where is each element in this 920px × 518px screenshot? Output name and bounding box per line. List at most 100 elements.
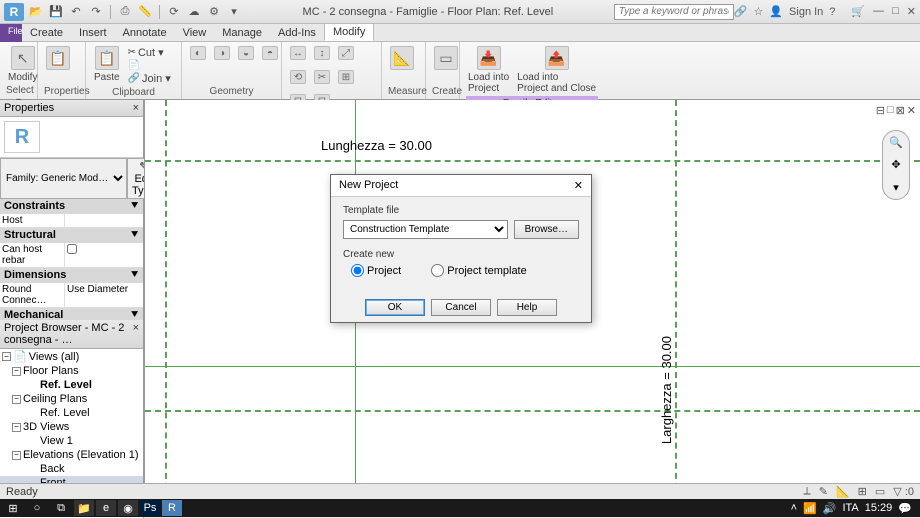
wheel-dropdown-icon[interactable]: ▾: [893, 181, 899, 194]
minimize-icon[interactable]: —: [873, 5, 884, 18]
browser-close-icon[interactable]: ×: [133, 322, 139, 346]
view-ctrl-4[interactable]: ✕: [907, 104, 916, 117]
view-ctrl-3[interactable]: ⊠: [896, 104, 905, 117]
save-icon[interactable]: 💾: [48, 4, 64, 20]
file-tab[interactable]: File: [0, 24, 22, 42]
task-view-icon[interactable]: ⧉: [50, 500, 72, 516]
notifications-icon[interactable]: 💬: [898, 502, 912, 515]
revit-taskbar-icon[interactable]: R: [162, 500, 182, 516]
tree-3d-views[interactable]: −3D Views: [0, 420, 143, 434]
language-icon[interactable]: ITA: [842, 502, 858, 514]
undo-icon[interactable]: ↶: [68, 4, 84, 20]
load-into-project-close-button[interactable]: 📤Load into Project and Close: [515, 44, 598, 96]
load-into-project-button[interactable]: 📥Load into Project: [466, 44, 511, 96]
tab-modify[interactable]: Modify: [324, 23, 374, 41]
search-input[interactable]: [614, 4, 734, 20]
settings-icon[interactable]: ⚙: [206, 4, 222, 20]
wifi-icon[interactable]: 📶: [803, 502, 817, 515]
geom-tool-4[interactable]: ◓: [260, 44, 280, 64]
chrome-icon[interactable]: ◉: [118, 500, 138, 516]
start-button[interactable]: ⊞: [2, 500, 24, 516]
status-icon-2[interactable]: ✎: [819, 485, 828, 498]
section-structural[interactable]: Structural⯆: [0, 228, 143, 243]
geom-tool-3[interactable]: ◒: [236, 44, 256, 64]
row-host-value[interactable]: [65, 214, 143, 227]
modify-tool-button[interactable]: ↖Modify: [6, 44, 39, 85]
help-button[interactable]: Help: [497, 299, 557, 316]
row-round-value[interactable]: Use Diameter: [65, 283, 143, 307]
sync-icon[interactable]: ⟳: [166, 4, 182, 20]
volume-icon[interactable]: 🔊: [823, 502, 837, 515]
family-selector[interactable]: Family: Generic Mod…: [0, 158, 127, 199]
tab-manage[interactable]: Manage: [214, 25, 270, 41]
mod-tool-2[interactable]: ↕: [312, 44, 332, 64]
create-button[interactable]: ▭: [432, 44, 460, 74]
cloud-icon[interactable]: ☁: [186, 4, 202, 20]
view-ctrl-1[interactable]: ⊟: [876, 104, 885, 117]
edge-icon[interactable]: e: [96, 500, 116, 516]
zoom-icon[interactable]: 🔍: [889, 136, 903, 149]
tab-create[interactable]: Create: [22, 25, 71, 41]
radio-project-template[interactable]: Project template: [431, 264, 526, 277]
cancel-button[interactable]: Cancel: [431, 299, 491, 316]
tree-ceiling-plans[interactable]: −Ceiling Plans: [0, 392, 143, 406]
signin-link[interactable]: Sign In: [789, 6, 823, 18]
cortana-icon[interactable]: ○: [26, 500, 48, 516]
tab-insert[interactable]: Insert: [71, 25, 115, 41]
ok-button[interactable]: OK: [365, 299, 425, 316]
mod-tool-1[interactable]: ↔: [288, 44, 308, 64]
mod-tool-4[interactable]: ⟲: [288, 68, 308, 88]
measure-button[interactable]: 📐: [388, 44, 416, 74]
properties-button[interactable]: 📋: [44, 44, 72, 74]
tab-addins[interactable]: Add-Ins: [270, 25, 324, 41]
maximize-icon[interactable]: □: [892, 5, 899, 18]
close-icon[interactable]: ✕: [907, 5, 916, 18]
status-icon-3[interactable]: 📐: [836, 485, 850, 498]
cart-icon[interactable]: 🛒: [851, 5, 865, 18]
star-icon[interactable]: ☆: [753, 5, 763, 18]
template-select[interactable]: Construction Template: [343, 220, 508, 239]
cut-button[interactable]: ✂ Cut ▾: [128, 46, 164, 59]
info-icon[interactable]: 🔗: [734, 5, 748, 18]
redo-icon[interactable]: ↷: [88, 4, 104, 20]
mod-tool-5[interactable]: ✂: [312, 68, 332, 88]
explorer-icon[interactable]: 📁: [74, 500, 94, 516]
user-icon[interactable]: 👤: [769, 5, 783, 18]
filter-icon[interactable]: ▽ :0: [893, 485, 914, 498]
pan-icon[interactable]: ✥: [891, 158, 900, 171]
section-constraints[interactable]: Constraints⯆: [0, 199, 143, 214]
properties-close-icon[interactable]: ×: [133, 102, 139, 114]
status-icon-5[interactable]: ▭: [875, 485, 885, 498]
tree-elevations[interactable]: −Elevations (Elevation 1): [0, 448, 143, 462]
print-icon[interactable]: ⎙: [117, 4, 133, 20]
measure-icon[interactable]: 📏: [137, 4, 153, 20]
tree-view1[interactable]: View 1: [0, 434, 143, 448]
tree-floor-plans[interactable]: −Floor Plans: [0, 364, 143, 378]
geom-tool-2[interactable]: ◑: [212, 44, 232, 64]
copy-button[interactable]: 📄: [128, 60, 140, 71]
status-icon-4[interactable]: ⊞: [858, 485, 867, 498]
section-dimensions[interactable]: Dimensions⯆: [0, 268, 143, 283]
tab-view[interactable]: View: [175, 25, 215, 41]
paste-button[interactable]: 📋Paste: [92, 44, 122, 85]
tray-chevron-icon[interactable]: ˄: [791, 502, 797, 514]
mod-tool-6[interactable]: ⊞: [336, 68, 356, 88]
photoshop-icon[interactable]: Ps: [140, 500, 160, 516]
row-rebar-checkbox[interactable]: [67, 244, 77, 254]
tree-ref-level[interactable]: Ref. Level: [0, 378, 143, 392]
clock[interactable]: 15:29: [865, 502, 893, 514]
tree-ref-level-2[interactable]: Ref. Level: [0, 406, 143, 420]
join-button[interactable]: 🔗 Join ▾: [128, 72, 171, 85]
open-icon[interactable]: 📂: [28, 4, 44, 20]
dialog-close-icon[interactable]: ✕: [574, 179, 583, 192]
geom-tool-1[interactable]: ◐: [188, 44, 208, 64]
view-ctrl-2[interactable]: □: [887, 104, 894, 117]
tree-back[interactable]: Back: [0, 462, 143, 476]
tab-annotate[interactable]: Annotate: [115, 25, 175, 41]
browse-button[interactable]: Browse…: [514, 220, 579, 239]
tree-views[interactable]: −📄 Views (all): [0, 349, 143, 364]
radio-project[interactable]: Project: [351, 264, 401, 277]
status-icon-1[interactable]: ⟂: [803, 485, 810, 498]
navigation-wheel[interactable]: 🔍 ✥ ▾: [882, 130, 910, 200]
dropdown-icon[interactable]: ▾: [226, 4, 242, 20]
